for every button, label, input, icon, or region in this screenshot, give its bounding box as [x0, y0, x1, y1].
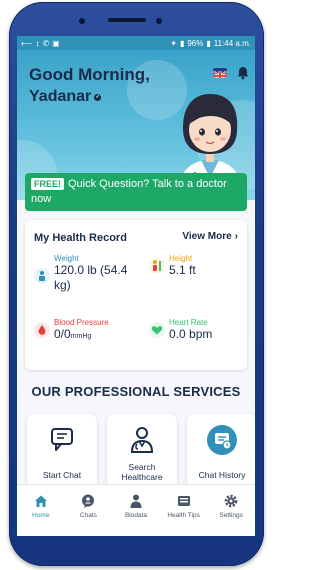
user-name[interactable]: Yadanar	[29, 86, 91, 108]
health-record-card: My Health Record View More › Weight 120.…	[25, 220, 247, 370]
app-screen: ⟵ ↕ ✆ ▣ ✦ ▮ 96% ▮ 11:44 a.m. Good Mornin…	[17, 36, 255, 536]
quick-question-banner[interactable]: FREE! Quick Question? Talk to a doctor no…	[25, 173, 247, 211]
battery-icon: ▮	[206, 38, 211, 48]
chats-icon	[82, 494, 95, 508]
bell-icon[interactable]	[236, 66, 250, 80]
blood-drop-icon	[34, 322, 50, 338]
blood-pressure-value: 0/0	[54, 327, 71, 341]
blood-pressure-unit: mmHg	[70, 333, 92, 340]
speaker	[108, 18, 146, 22]
view-more-label: View More	[182, 231, 232, 242]
gear-icon	[224, 494, 238, 508]
nav-home[interactable]: Home	[19, 485, 63, 519]
nav-biodata[interactable]: Biodata	[114, 485, 158, 519]
free-badge: FREE!	[31, 178, 64, 190]
nav-health-tips[interactable]: Health Tips	[162, 485, 206, 519]
clock: 11:44 a.m.	[213, 38, 251, 48]
services-title: OUR PROFESSIONAL SERVICES	[31, 384, 241, 399]
heart-icon	[149, 322, 165, 338]
phone-icon: ✆	[42, 38, 50, 48]
verified-icon: ✓	[94, 93, 102, 101]
battery-percent: 96%	[187, 38, 204, 48]
height-icon	[149, 258, 165, 274]
height-stat: Height 5.1 ft	[149, 254, 244, 278]
height-label: Height	[169, 254, 193, 263]
nav-label: Settings	[219, 512, 243, 519]
nav-label: Chats	[79, 512, 97, 519]
signal-icon: ↕	[35, 38, 40, 48]
doctor-search-icon	[130, 427, 154, 453]
heart-rate-stat: Heart Rate 0.0 bpm	[149, 318, 244, 342]
service-label: Start Chat	[42, 470, 82, 480]
health-record-title: My Health Record	[34, 232, 127, 244]
weight-icon	[34, 268, 50, 284]
weight-value: 120.0 lb (54.4 kg)	[54, 263, 128, 292]
nav-chats[interactable]: Chats	[66, 485, 110, 519]
chat-history-icon	[207, 425, 237, 455]
notification-icon: ▣	[52, 38, 60, 48]
nav-settings[interactable]: Settings	[209, 485, 253, 519]
bluetooth-icon: ✦	[170, 38, 177, 48]
network-icon: ▮	[179, 38, 185, 48]
chat-icon	[51, 428, 73, 451]
front-camera	[79, 18, 85, 24]
nav-label: Biodata	[124, 512, 147, 519]
sensor	[156, 18, 162, 24]
weight-label: Weight	[54, 254, 79, 263]
greeting-text: Good Morning,	[29, 65, 150, 84]
weight-stat: Weight 120.0 lb (54.4 kg)	[34, 254, 144, 293]
status-bar: ⟵ ↕ ✆ ▣ ✦ ▮ 96% ▮ 11:44 a.m.	[17, 36, 255, 50]
home-icon	[34, 495, 47, 507]
bottom-nav: Home Chats Biodata Health Tips Settings	[17, 484, 255, 536]
greeting: Good Morning, Yadanar ✓	[29, 64, 150, 108]
nav-label: Home	[32, 512, 50, 519]
chevron-right-icon: ›	[234, 231, 238, 242]
blood-pressure-label: Blood Pressure	[54, 318, 109, 327]
heart-rate-value: 0.0 bpm	[169, 327, 213, 341]
height-value: 5.1 ft	[169, 263, 196, 277]
view-more-link[interactable]: View More ›	[182, 231, 238, 242]
blood-pressure-stat: Blood Pressure 0/0mmHg	[34, 318, 144, 344]
person-icon	[130, 494, 142, 508]
heart-rate-label: Heart Rate	[169, 318, 208, 327]
health-tips-icon	[177, 496, 190, 506]
nav-label: Health Tips	[167, 512, 200, 519]
service-label: Chat History	[198, 470, 246, 480]
language-flag-icon[interactable]	[213, 68, 227, 78]
back-arrow-icon: ⟵	[21, 38, 33, 48]
